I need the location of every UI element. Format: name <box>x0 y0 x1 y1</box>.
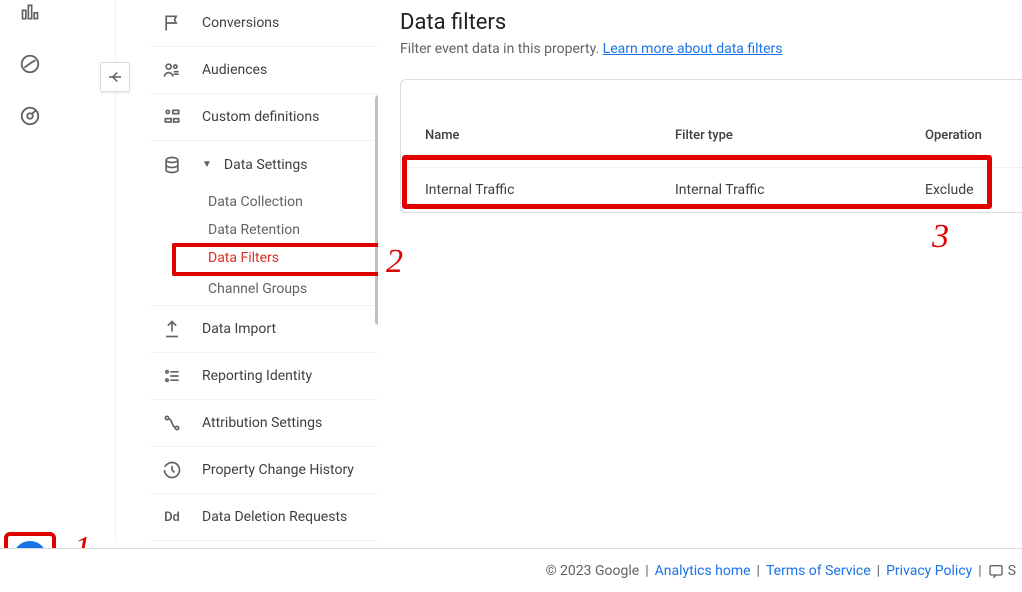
collapse-sidebar-button[interactable] <box>100 62 130 92</box>
sidebar-item-label: Property Change History <box>202 462 354 478</box>
page-subtitle: Filter event data in this property. Lear… <box>400 41 1022 57</box>
left-rail <box>0 0 60 592</box>
footer-copyright: © 2023 Google <box>546 563 640 579</box>
sidebar-item-data-import[interactable]: Data Import <box>150 306 378 353</box>
people-icon <box>160 60 184 80</box>
filters-table-header: Name Filter type Operation <box>401 104 1022 168</box>
sidebar-item-custom-definitions[interactable]: Custom definitions <box>150 94 378 141</box>
upload-icon <box>160 319 184 339</box>
sidebar-item-audiences[interactable]: Audiences <box>150 47 378 94</box>
sidebar-item-attribution-settings[interactable]: Attribution Settings <box>150 400 378 447</box>
sidebar-item-label: Data Deletion Requests <box>202 509 347 525</box>
annotation-number-3: 3 <box>932 218 949 256</box>
cell-operation: Exclude <box>925 182 998 198</box>
sidebar-item-label: Custom definitions <box>202 109 319 125</box>
cell-name: Internal Traffic <box>425 182 675 198</box>
filters-card: Name Filter type Operation Internal Traf… <box>400 79 1022 213</box>
footer-tos[interactable]: Terms of Service <box>766 563 871 579</box>
sidebar: Conversions Audiences Custom definitions… <box>150 0 378 542</box>
sidebar-sub-data-collection[interactable]: Data Collection <box>150 188 378 216</box>
cell-type: Internal Traffic <box>675 182 925 198</box>
sidebar-item-label: Reporting Identity <box>202 368 312 384</box>
col-operation: Operation <box>925 128 998 143</box>
footer-privacy[interactable]: Privacy Policy <box>886 563 972 579</box>
attribution-icon <box>160 413 184 433</box>
learn-more-link[interactable]: Learn more about data filters <box>603 41 783 57</box>
sidebar-item-conversions[interactable]: Conversions <box>150 0 378 47</box>
explore-icon[interactable] <box>18 52 42 76</box>
sidebar-item-data-settings[interactable]: ▼ Data Settings <box>150 141 378 188</box>
main-content: Data filters Filter event data in this p… <box>400 0 1022 542</box>
sidebar-item-label: Attribution Settings <box>202 415 322 431</box>
scrollbar-thumb[interactable] <box>375 95 378 325</box>
bar-chart-icon[interactable] <box>18 0 42 24</box>
sidebar-item-label: Audiences <box>202 62 267 78</box>
custom-definitions-icon <box>160 107 184 127</box>
sidebar-item-data-deletion[interactable]: Dd Data Deletion Requests <box>150 494 378 541</box>
advertising-icon[interactable] <box>18 104 42 128</box>
sidebar-sub-data-retention[interactable]: Data Retention <box>150 216 378 244</box>
database-icon <box>160 155 184 175</box>
sidebar-item-label: Data Settings <box>224 157 308 173</box>
sidebar-item-property-change-history[interactable]: Property Change History <box>150 447 378 494</box>
col-filter-type: Filter type <box>675 128 925 143</box>
col-name: Name <box>425 128 675 143</box>
sidebar-item-label: Data Import <box>202 321 276 337</box>
sidebar-item-label: Conversions <box>202 15 279 31</box>
reporting-identity-icon <box>160 366 184 386</box>
sidebar-item-reporting-identity[interactable]: Reporting Identity <box>150 353 378 400</box>
footer: © 2023 Google | Analytics home | Terms o… <box>0 548 1022 592</box>
table-row[interactable]: Internal Traffic Internal Traffic Exclud… <box>401 168 1022 212</box>
footer-analytics-home[interactable]: Analytics home <box>655 563 751 579</box>
page-title: Data filters <box>400 10 1022 35</box>
sidebar-sub-data-filters[interactable]: Data Filters <box>150 244 378 272</box>
chevron-down-icon: ▼ <box>202 159 212 170</box>
history-icon <box>160 460 184 480</box>
feedback-icon[interactable]: S <box>988 563 1016 579</box>
sidebar-sub-channel-groups[interactable]: Channel Groups <box>150 272 378 306</box>
flag-icon <box>160 13 184 33</box>
dd-icon: Dd <box>160 510 184 525</box>
